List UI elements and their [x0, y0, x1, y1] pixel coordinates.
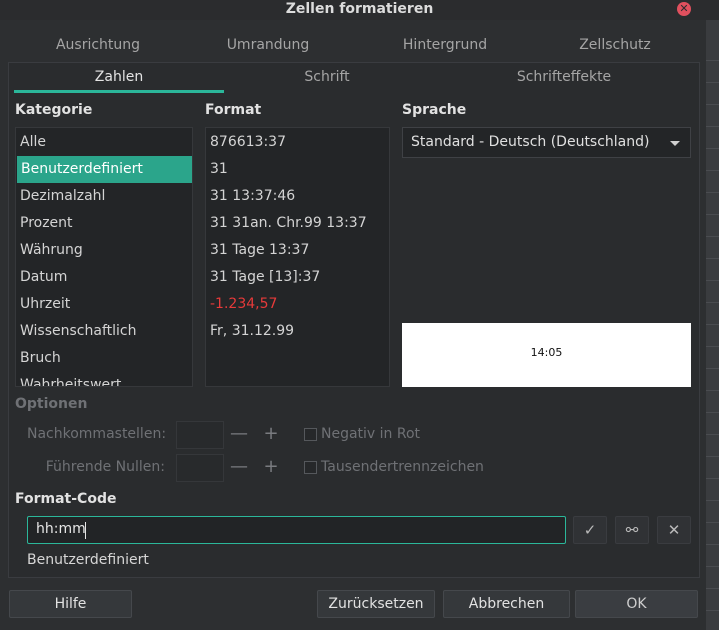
format-code-description: Benutzerdefiniert — [27, 552, 149, 568]
minus-icon[interactable]: — — [224, 421, 254, 447]
format-code-label: Format-Code — [15, 491, 117, 507]
grid-line — [706, 280, 719, 281]
plus-icon[interactable]: + — [256, 454, 286, 480]
tausendertrennzeichen-checkbox[interactable] — [304, 461, 317, 474]
list-item[interactable]: Währung — [16, 237, 192, 264]
tab-schrift[interactable]: Schrift — [224, 67, 430, 87]
tausendertrennzeichen-label: Tausendertrennzeichen — [321, 459, 484, 475]
grid-line — [706, 126, 719, 127]
format-label: Format — [205, 102, 262, 118]
grid-line — [706, 412, 719, 413]
list-item[interactable]: -1.234,57 — [206, 291, 389, 318]
kategorie-list[interactable]: Alle Benutzerdefiniert Dezimalzahl Proze… — [15, 127, 193, 387]
grid-line — [706, 214, 719, 215]
grid-line — [706, 522, 719, 523]
ok-button[interactable]: OK — [575, 590, 698, 618]
format-code-value: hh:mm — [36, 521, 86, 537]
list-item[interactable]: 31 13:37:46 — [206, 183, 389, 210]
list-item[interactable]: Prozent — [16, 210, 192, 237]
grid-line — [706, 566, 719, 567]
grid-line — [706, 82, 719, 83]
reset-button[interactable]: Zurücksetzen — [317, 590, 435, 618]
list-item[interactable]: 31 31an. Chr.99 13:37 — [206, 210, 389, 237]
grid-line — [706, 104, 719, 105]
edit-comment-button[interactable]: ⚯ — [615, 516, 649, 544]
optionen-label: Optionen — [15, 396, 88, 412]
grid-line — [706, 60, 719, 61]
preview-text: 14:05 — [530, 346, 563, 359]
grid-line — [706, 368, 719, 369]
tab-hintergrund[interactable]: Hintergrund — [375, 35, 515, 55]
tab-zahlen[interactable]: Zahlen — [14, 67, 224, 87]
minus-icon[interactable]: — — [224, 454, 254, 480]
glasses-icon: ⚯ — [625, 521, 639, 539]
tab-zellschutz[interactable]: Zellschutz — [545, 35, 685, 55]
accept-code-button[interactable]: ✓ — [573, 516, 607, 544]
grid-line — [706, 434, 719, 435]
close-button[interactable]: ✕ — [677, 2, 691, 16]
tab-schrifteffekte[interactable]: Schrifteffekte — [430, 67, 698, 87]
active-tab-indicator — [14, 90, 224, 93]
list-item-selected[interactable]: Benutzerdefiniert — [17, 156, 192, 183]
chevron-down-icon — [670, 141, 680, 146]
grid-line — [706, 170, 719, 171]
grid-line — [706, 258, 719, 259]
list-item[interactable]: Wissenschaftlich — [16, 318, 192, 345]
help-button[interactable]: Hilfe — [9, 590, 132, 618]
nachkommastellen-field[interactable] — [176, 421, 224, 449]
grid-line — [706, 544, 719, 545]
list-item[interactable]: Dezimalzahl — [16, 183, 192, 210]
sprache-select[interactable]: Standard - Deutsch (Deutschland) — [402, 127, 691, 158]
grid-line — [706, 236, 719, 237]
spreadsheet-background — [706, 0, 719, 630]
list-item[interactable]: Datum — [16, 264, 192, 291]
list-item[interactable]: Alle — [16, 129, 192, 156]
cancel-button[interactable]: Abbrechen — [443, 590, 570, 618]
grid-line — [706, 588, 719, 589]
grid-line — [706, 346, 719, 347]
sprache-value: Standard - Deutsch (Deutschland) — [411, 134, 650, 150]
grid-line — [706, 610, 719, 611]
kategorie-label: Kategorie — [15, 102, 93, 118]
tab-umrandung[interactable]: Umrandung — [198, 35, 338, 55]
delete-code-button[interactable]: ✕ — [657, 516, 691, 544]
grid-line — [706, 456, 719, 457]
grid-line — [706, 390, 719, 391]
close-icon: ✕ — [679, 2, 689, 15]
tab-ausrichtung[interactable]: Ausrichtung — [28, 35, 168, 55]
plus-icon[interactable]: + — [256, 421, 286, 447]
sprache-label: Sprache — [402, 102, 467, 118]
format-preview: 14:05 — [402, 323, 691, 387]
dialog-title: Zellen formatieren — [285, 1, 434, 17]
format-code-input[interactable]: hh:mm — [27, 516, 566, 544]
list-item[interactable]: 31 Tage [13]:37 — [206, 264, 389, 291]
list-item[interactable]: Uhrzeit — [16, 291, 192, 318]
list-item[interactable]: 876613:37 — [206, 129, 389, 156]
grid-line — [706, 148, 719, 149]
negativ-in-rot-label: Negativ in Rot — [321, 426, 421, 442]
grid-line — [706, 500, 719, 501]
nachkommastellen-label: Nachkommastellen: — [27, 426, 167, 442]
text-cursor — [85, 522, 86, 539]
list-item[interactable]: Wahrheitswert — [16, 372, 192, 386]
list-item[interactable]: Bruch — [16, 345, 192, 372]
fuehrende-nullen-field[interactable] — [176, 454, 224, 482]
close-icon: ✕ — [667, 521, 681, 539]
grid-line — [706, 302, 719, 303]
list-item[interactable]: 31 Tage 13:37 — [206, 237, 389, 264]
fuehrende-nullen-label: Führende Nullen: — [45, 459, 165, 475]
grid-line — [706, 192, 719, 193]
list-item[interactable]: Fr, 31.12.99 — [206, 318, 389, 345]
format-list[interactable]: 876613:37 31 31 13:37:46 31 31an. Chr.99… — [205, 127, 390, 387]
negativ-in-rot-checkbox[interactable] — [304, 428, 317, 441]
checkmark-icon: ✓ — [583, 521, 597, 539]
grid-line — [706, 324, 719, 325]
list-item[interactable]: 31 — [206, 156, 389, 183]
grid-line — [706, 478, 719, 479]
